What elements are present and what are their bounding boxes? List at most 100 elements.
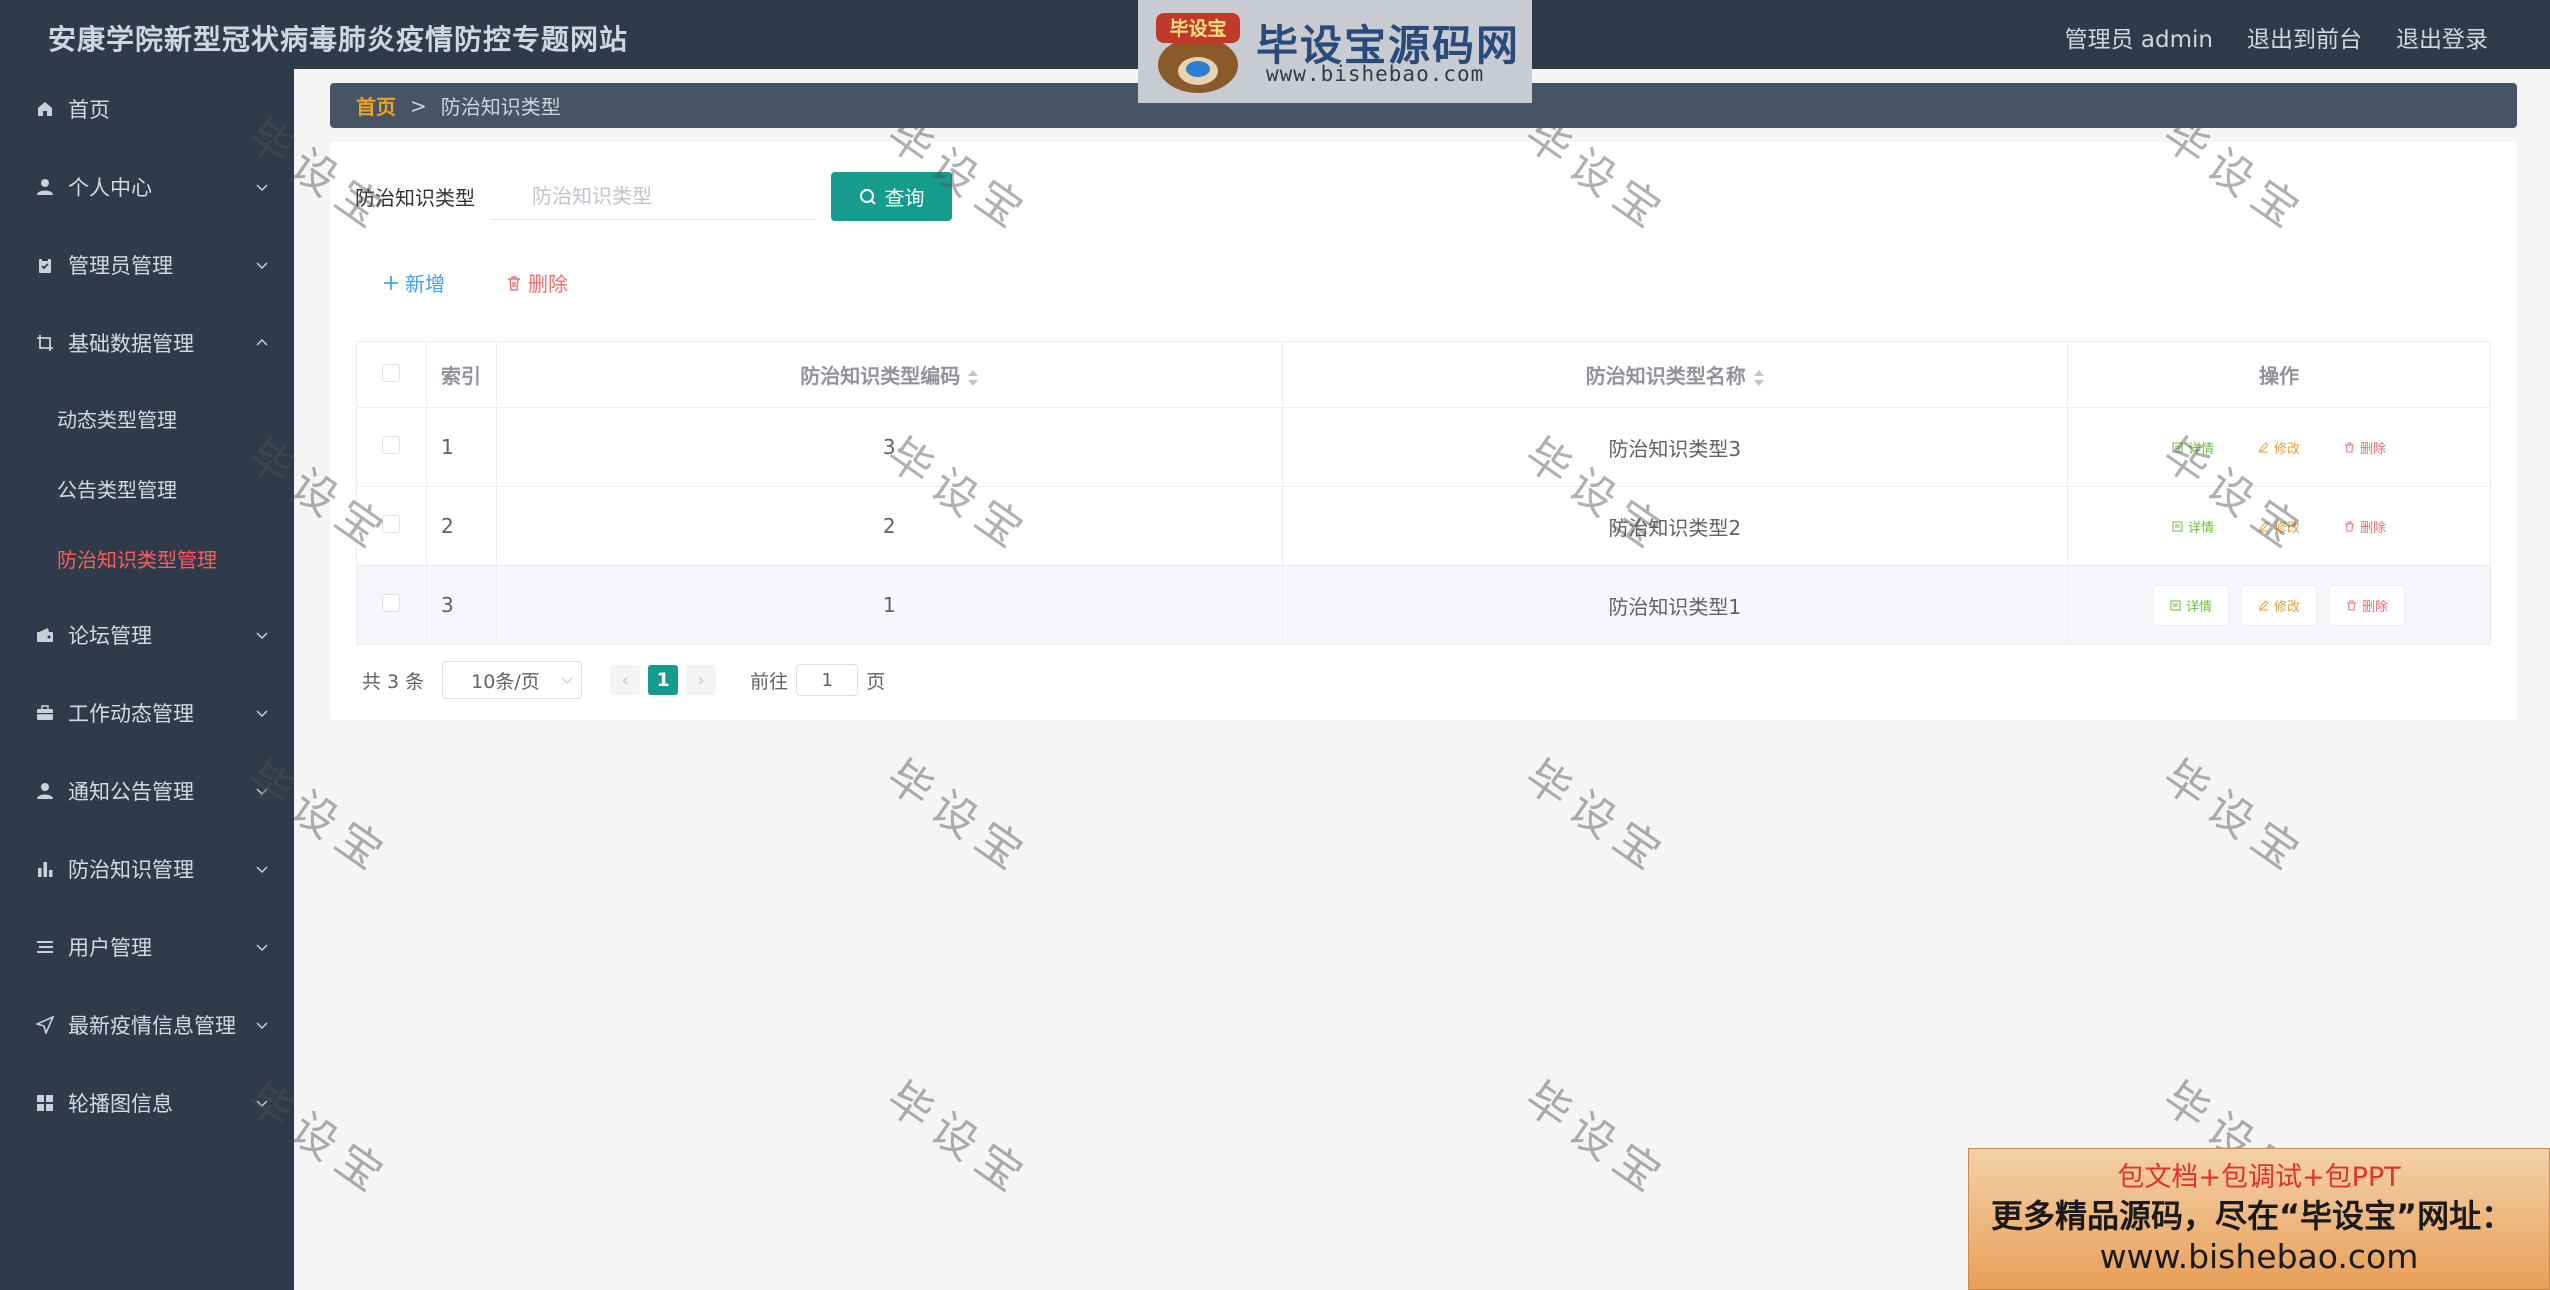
row-name: 防治知识类型2 xyxy=(1281,486,2069,566)
site-title: 安康学院新型冠状病毒肺炎疫情防控专题网站 xyxy=(48,23,629,56)
row-index: 1 xyxy=(425,407,497,487)
table-row: 2 2 防治知识类型2 详情 修改 删除 xyxy=(356,486,2491,566)
edit-button-label: 修改 xyxy=(2274,520,2301,536)
sort-icon[interactable] xyxy=(968,369,979,386)
logo-emblem-icon: 毕设宝 xyxy=(1156,12,1240,93)
trash-icon xyxy=(2345,521,2355,531)
add-button-label: 新增 xyxy=(405,272,445,296)
edit-icon xyxy=(2259,599,2269,610)
search-input[interactable] xyxy=(492,172,816,220)
to-front-link[interactable]: 退出到前台 xyxy=(2247,20,2362,54)
column-header-code[interactable]: 防治知识类型编码 xyxy=(495,341,1283,408)
view-button[interactable]: 详情 xyxy=(2156,428,2230,467)
next-page-button[interactable]: › xyxy=(686,665,717,695)
trash-icon xyxy=(508,275,520,291)
sidebar-item-carousel[interactable]: 轮播图信息 xyxy=(0,1073,294,1133)
sidebar-item-label: 最新疫情信息管理 xyxy=(68,1014,236,1038)
column-header-index: 索引 xyxy=(425,341,497,408)
search-label: 防治知识类型 xyxy=(355,186,475,210)
add-button[interactable]: 新增 xyxy=(383,268,445,297)
sidebar-item-work-dynamics[interactable]: 工作动态管理 xyxy=(0,683,294,743)
sidebar-item-knowledge[interactable]: 防治知识管理 xyxy=(0,839,294,899)
row-code: 2 xyxy=(495,486,1283,566)
sidebar-item-admin-management[interactable]: 管理员管理 xyxy=(0,235,294,295)
table-row: 1 3 防治知识类型3 详情 修改 删除 xyxy=(356,407,2491,487)
edit-icon xyxy=(2259,441,2269,452)
sidebar-item-label: 通知公告管理 xyxy=(68,780,194,804)
sidebar-item-epidemic-info[interactable]: 最新疫情信息管理 xyxy=(0,995,294,1055)
page-unit-label: 页 xyxy=(866,670,886,693)
pagination: 共 3 条 10条/页 ‹ 1 › 前往 页 xyxy=(362,661,885,699)
select-all-checkbox[interactable] xyxy=(382,363,401,382)
submenu-item-knowledge-type[interactable]: 防治知识类型管理 xyxy=(0,528,294,588)
page-number-button[interactable]: 1 xyxy=(648,665,679,695)
user-icon xyxy=(34,176,56,198)
delete-button-label: 删除 xyxy=(2362,599,2389,615)
sidebar-item-notice[interactable]: 通知公告管理 xyxy=(0,761,294,821)
sidebar-item-label: 首页 xyxy=(68,98,110,122)
sidebar-item-basic-data[interactable]: 基础数据管理 xyxy=(0,313,294,373)
home-icon xyxy=(34,98,56,120)
submenu-item-notice-type[interactable]: 公告类型管理 xyxy=(0,458,294,518)
edit-button-label: 修改 xyxy=(2274,441,2301,457)
data-table: 索引 防治知识类型编码 防治知识类型名称 操作 1 3 防治知识类型3 详情 修… xyxy=(356,341,2491,645)
document-icon xyxy=(2172,442,2183,452)
delete-button[interactable]: 删除 xyxy=(2328,507,2402,546)
row-checkbox[interactable] xyxy=(382,594,401,612)
chevron-down-icon xyxy=(256,262,268,270)
row-checkbox[interactable] xyxy=(382,515,401,533)
row-code: 3 xyxy=(495,407,1283,487)
chevron-down-icon xyxy=(256,944,268,952)
trash-icon xyxy=(2345,442,2355,452)
watermark: 毕设宝 xyxy=(1515,1072,1678,1208)
delete-button[interactable]: 删除 xyxy=(2329,584,2406,626)
sidebar-item-home[interactable]: 首页 xyxy=(0,79,294,139)
prev-page-button[interactable]: ‹ xyxy=(610,665,641,695)
sidebar-item-label: 防治知识管理 xyxy=(68,858,194,882)
chevron-down-icon xyxy=(256,184,268,192)
column-header-name[interactable]: 防治知识类型名称 xyxy=(1281,341,2069,408)
search-button[interactable]: 查询 xyxy=(831,172,952,221)
crop-icon xyxy=(34,332,56,354)
delete-button-label: 删除 xyxy=(2360,441,2387,457)
batch-delete-button[interactable]: 删除 xyxy=(506,268,568,297)
breadcrumb-home-link[interactable]: 首页 xyxy=(356,91,396,120)
page-size-select[interactable]: 10条/页 xyxy=(442,661,583,699)
edit-button[interactable]: 修改 xyxy=(2241,584,2318,626)
goto-label: 前往 xyxy=(750,670,789,693)
row-index: 2 xyxy=(425,486,497,566)
submenu-item-dynamic-type[interactable]: 动态类型管理 xyxy=(0,388,294,448)
edit-button[interactable]: 修改 xyxy=(2242,428,2316,467)
chevron-down-icon xyxy=(256,632,268,640)
sidebar-item-users[interactable]: 用户管理 xyxy=(0,917,294,977)
bar-chart-icon xyxy=(34,858,56,880)
column-header-name-label: 防治知识类型名称 xyxy=(1585,364,1746,388)
row-checkbox[interactable] xyxy=(382,436,401,454)
watermark: 毕设宝 xyxy=(2153,750,2316,886)
sidebar-item-label: 工作动态管理 xyxy=(68,702,194,726)
watermark: 毕设宝 xyxy=(1515,750,1678,886)
ad-line-services: 包文档+包调试+包PPT xyxy=(2117,1162,2401,1193)
view-button[interactable]: 详情 xyxy=(2153,584,2230,626)
page-size-value: 10条/页 xyxy=(471,670,540,693)
send-icon xyxy=(34,1014,56,1036)
goto-page-input[interactable] xyxy=(796,664,859,696)
view-button[interactable]: 详情 xyxy=(2156,507,2230,546)
table-header-row: 索引 防治知识类型编码 防治知识类型名称 操作 xyxy=(356,341,2491,408)
document-icon xyxy=(2172,521,2183,531)
logout-link[interactable]: 退出登录 xyxy=(2396,20,2488,54)
sidebar-item-forum[interactable]: 论坛管理 xyxy=(0,605,294,665)
table-row: 3 1 防治知识类型1 详情 修改 删除 xyxy=(356,565,2491,645)
user-icon xyxy=(34,780,56,802)
sidebar: 首页 个人中心 管理员管理 基础数据管理 动态类型管理 公告类型管理 防治知识类… xyxy=(0,69,294,1290)
sidebar-item-personal-center[interactable]: 个人中心 xyxy=(0,157,294,217)
ad-line-url: www.bishebao.com xyxy=(2099,1237,2419,1276)
sort-icon[interactable] xyxy=(1753,369,1764,386)
delete-button[interactable]: 删除 xyxy=(2328,428,2402,467)
row-name: 防治知识类型3 xyxy=(1281,407,2069,487)
watermark: 毕设宝 xyxy=(877,1072,1040,1208)
ad-banner[interactable]: 包文档+包调试+包PPT 更多精品源码，尽在“毕设宝”网址： www.bishe… xyxy=(1968,1148,2550,1290)
row-actions: 详情 修改 删除 xyxy=(2067,407,2491,487)
column-header-actions: 操作 xyxy=(2067,341,2491,408)
edit-button[interactable]: 修改 xyxy=(2242,507,2316,546)
